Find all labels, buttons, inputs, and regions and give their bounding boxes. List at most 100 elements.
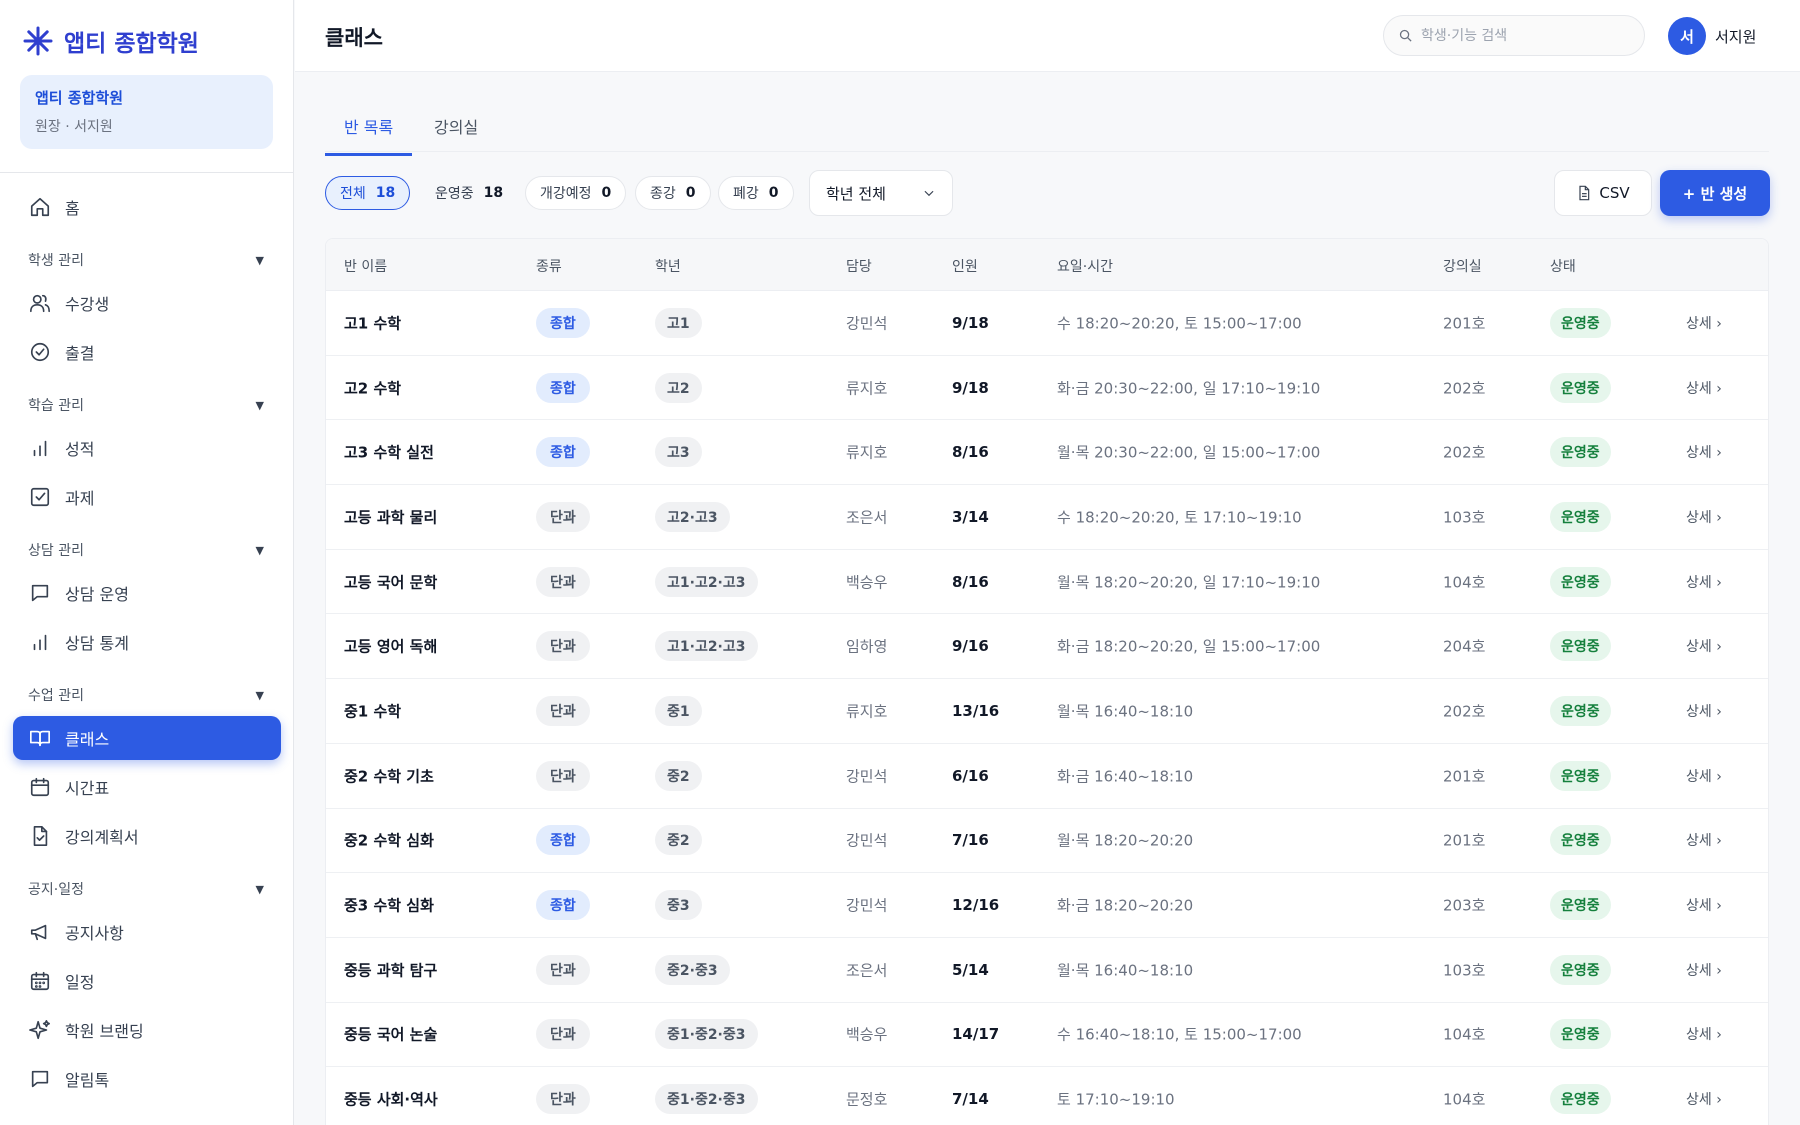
detail-link[interactable]: 상세 › [1686, 830, 1722, 850]
col-header-name: 반 이름 [344, 259, 388, 275]
org-card[interactable]: 앱티 종합학원 원장 · 서지원 [20, 75, 273, 149]
table-row[interactable]: 중2 수학 심화 종합 중2 강민석 7/16 월·목 18:20~20:20 201호 운영… [326, 809, 1768, 874]
detail-link[interactable]: 상세 › [1686, 378, 1722, 398]
detail-link[interactable]: 상세 › [1686, 895, 1722, 915]
filter-running[interactable]: 운영중 18 [420, 176, 518, 210]
detail-link[interactable]: 상세 › [1686, 636, 1722, 656]
sidebar-item-students[interactable]: 수강생 [13, 281, 281, 325]
table-row[interactable]: 중1 수학 단과 중1 류지호 13/16 월·목 16:40~18:10 202호 운영중 상… [326, 679, 1768, 744]
classroom: 104호 [1443, 1025, 1486, 1044]
enrollment-count: 14/17 [952, 1025, 1000, 1044]
sidebar-item-counseling[interactable]: 상담 운영 [13, 571, 281, 615]
sidebar-item-classes[interactable]: 클래스 [13, 716, 281, 760]
detail-link[interactable]: 상세 › [1686, 1089, 1722, 1109]
enrollment-count: 9/18 [952, 313, 989, 332]
brand-logo[interactable]: 앱티 종합학원 [22, 24, 199, 58]
class-name: 고등 영어 독해 [344, 637, 438, 656]
class-name: 중등 사회·역사 [344, 1090, 438, 1109]
detail-link[interactable]: 상세 › [1686, 766, 1722, 786]
sidebar-item-syllabus[interactable]: 강의계획서 [13, 814, 281, 858]
detail-link[interactable]: 상세 › [1686, 701, 1722, 721]
sidebar-item-schedule[interactable]: 일정 [13, 959, 281, 1003]
bar-chart-icon [33, 634, 47, 651]
schedule-text: 수 16:40~18:10, 토 15:00~17:00 [1057, 1025, 1302, 1044]
detail-link[interactable]: 상세 › [1686, 960, 1722, 980]
user-name[interactable]: 서지원 [1715, 26, 1756, 47]
schedule-text: 월·목 16:40~18:10 [1057, 702, 1194, 721]
teacher-name: 강민석 [846, 896, 888, 915]
table-row[interactable]: 고3 수학 실전 종합 고3 류지호 8/16 월·목 20:30~22:00, 일 15… [326, 420, 1768, 486]
schedule-text: 화·금 16:40~18:10 [1057, 767, 1194, 786]
message-icon [31, 584, 49, 602]
table-row[interactable]: 중등 국어 논술 단과 중1·중2·중3 백승우 14/17 수 16:40~18:10,… [326, 1003, 1768, 1068]
detail-link[interactable]: 상세 › [1686, 1024, 1722, 1044]
section-counseling-management[interactable]: 상담 관리 ▼ [28, 540, 264, 560]
sidebar-item-home[interactable]: 홈 [13, 185, 281, 229]
grade-select[interactable]: 학년 전체 [809, 170, 953, 216]
sidebar-item-counseling-stats[interactable]: 상담 통계 [13, 620, 281, 664]
avatar[interactable]: 서 [1668, 17, 1706, 55]
teacher-name: 조은서 [846, 961, 888, 980]
teacher-name: 강민석 [846, 767, 888, 786]
filter-upcoming[interactable]: 개강예정 0 [525, 176, 627, 210]
grade-badge: 중3 [655, 890, 702, 921]
sidebar-item-notices[interactable]: 공지사항 [13, 910, 281, 954]
enrollment-count: 9/16 [952, 637, 989, 656]
table-row[interactable]: 고등 영어 독해 단과 고1·고2·고3 임하영 9/16 화·금 18:20~20:20… [326, 614, 1768, 680]
status-badge: 운영중 [1550, 954, 1611, 985]
status-badge: 운영중 [1550, 307, 1611, 338]
org-name: 앱티 종합학원 [35, 89, 124, 107]
table-row[interactable]: 중등 과학 탐구 단과 중2·중3 조은서 5/14 월·목 16:40~18:10 103… [326, 938, 1768, 1003]
home-icon [30, 197, 50, 217]
search-input[interactable] [1421, 27, 1631, 44]
table-row[interactable]: 고2 수학 종합 고2 류지호 9/18 화·금 20:30~22:00, 일 17:10… [326, 356, 1768, 421]
enrollment-count: 7/14 [952, 1090, 989, 1109]
table-row[interactable]: 중3 수학 심화 종합 중3 강민석 12/16 화·금 18:20~20:20 203호 운… [326, 873, 1768, 938]
schedule-text: 화·금 18:20~20:20, 일 15:00~17:00 [1057, 637, 1321, 656]
sidebar-item-timetable[interactable]: 시간표 [13, 765, 281, 809]
schedule-text: 토 17:10~19:10 [1057, 1090, 1175, 1109]
megaphone-icon [30, 924, 47, 941]
detail-link[interactable]: 상세 › [1686, 313, 1722, 333]
detail-link[interactable]: 상세 › [1686, 442, 1722, 462]
class-type-badge: 종합 [536, 372, 590, 403]
tab-bar: 반 목록 강의실 [325, 100, 1769, 156]
tab-classrooms[interactable]: 강의실 [415, 114, 497, 153]
filter-ended[interactable]: 종강 0 [635, 176, 711, 210]
sidebar-item-grades[interactable]: 성적 [13, 426, 281, 470]
table-row[interactable]: 고등 국어 문학 단과 고1·고2·고3 백승우 8/16 월·목 18:20~20:20… [326, 550, 1768, 615]
table-row[interactable]: 고1 수학 종합 고1 강민석 9/18 수 18:20~20:20, 토 15:00~1… [326, 291, 1768, 356]
sidebar-item-label: 수강생 [65, 295, 110, 314]
create-class-button[interactable]: + 반 생성 [1660, 170, 1770, 216]
filter-all[interactable]: 전체 18 [325, 176, 411, 210]
filter-closed[interactable]: 폐강 0 [718, 176, 794, 210]
table-row[interactable]: 고등 과학 물리 단과 고2·고3 조은서 3/14 수 18:20~20:20, 토 1… [326, 485, 1768, 550]
teacher-name: 강민석 [846, 831, 888, 850]
csv-export-button[interactable]: CSV [1554, 170, 1652, 216]
table-row[interactable]: 중2 수학 기초 단과 중2 강민석 6/16 화·금 16:40~18:10 201호 운영… [326, 744, 1768, 809]
message-icon [31, 1070, 49, 1088]
sidebar-item-alimtalk[interactable]: 알림톡 [13, 1057, 281, 1101]
section-class-management[interactable]: 수업 관리 ▼ [28, 685, 264, 705]
sidebar-item-label: 학원 브랜딩 [65, 1022, 144, 1041]
table-row[interactable]: 중등 사회·역사 단과 중1·중2·중3 문정호 7/14 토 17:10~19:10 10… [326, 1067, 1768, 1125]
sidebar-item-attendance[interactable]: 출결 [13, 330, 281, 374]
schedule-text: 월·목 20:30~22:00, 일 15:00~17:00 [1057, 443, 1321, 462]
class-name: 고2 수학 [344, 379, 402, 398]
class-type-badge: 단과 [536, 631, 590, 662]
sidebar-item-assignments[interactable]: 과제 [13, 475, 281, 519]
grade-badge: 중2·중3 [655, 954, 730, 985]
search-box[interactable] [1383, 15, 1645, 56]
section-notice-schedule[interactable]: 공지·일정 ▼ [28, 879, 264, 899]
teacher-name: 조은서 [846, 508, 888, 527]
enrollment-count: 6/16 [952, 766, 989, 785]
sidebar-item-label: 홈 [65, 199, 80, 218]
classroom: 104호 [1443, 573, 1486, 592]
sidebar-item-branding[interactable]: 학원 브랜딩 [13, 1008, 281, 1052]
section-student-management[interactable]: 학생 관리 ▼ [28, 250, 264, 270]
section-learning-management[interactable]: 학습 관리 ▼ [28, 395, 264, 415]
detail-link[interactable]: 상세 › [1686, 507, 1722, 527]
tab-class-list[interactable]: 반 목록 [325, 114, 413, 156]
detail-link[interactable]: 상세 › [1686, 572, 1722, 592]
sidebar-item-label: 상담 운영 [65, 585, 129, 604]
